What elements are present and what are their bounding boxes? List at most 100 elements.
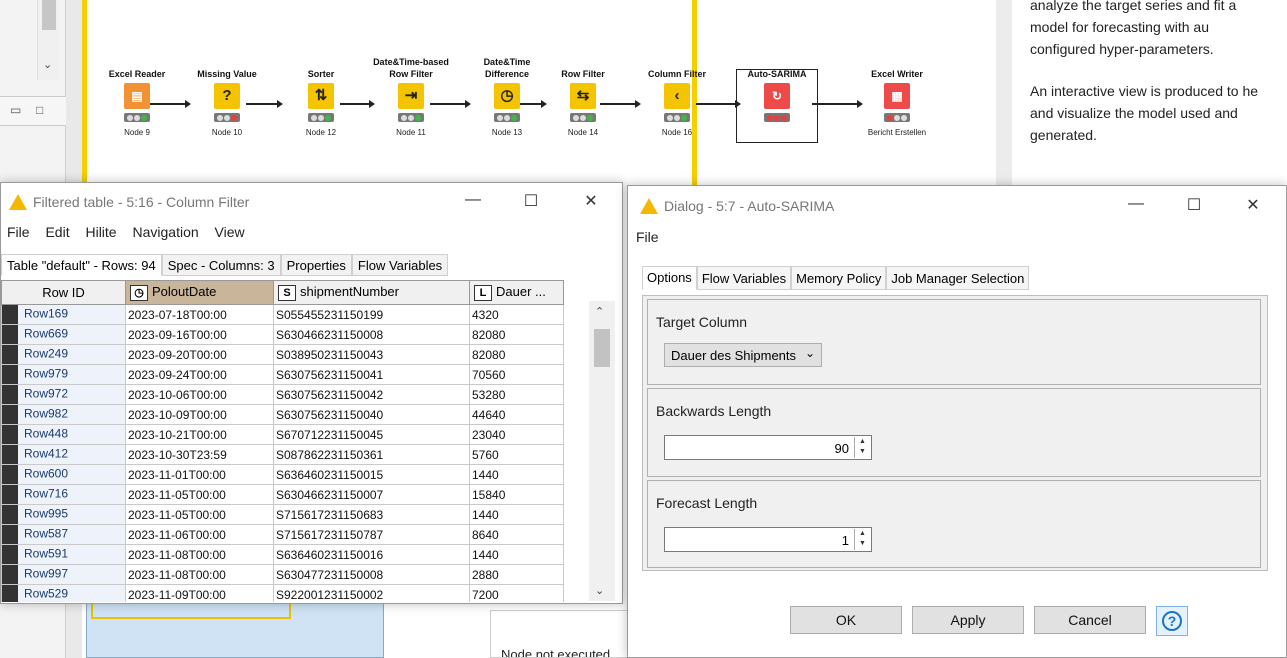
row-id-cell[interactable]: Row997 [1,564,126,585]
table-row[interactable]: Row982 2023-10-09T00:00 S630756231150040 44… [1,404,564,425]
close-button[interactable]: ✕ [581,191,601,211]
polout-date-cell[interactable]: 2023-07-18T00:00 [125,304,274,325]
workflow-node[interactable]: Missing Value? Node 10 [182,56,272,137]
row-id-cell[interactable]: Row169 [1,304,126,325]
dauer-cell[interactable]: 53280 [469,384,564,405]
window-titlebar[interactable]: Filtered table - 5:16 - Column Filter — … [1,183,622,221]
column-header-rowid[interactable]: Row ID [1,280,126,305]
row-id-cell[interactable]: Row587 [1,524,126,545]
polout-date-cell[interactable]: 2023-10-09T00:00 [125,404,274,425]
shipment-number-cell[interactable]: S636460231150015 [273,464,470,485]
row-id-cell[interactable]: Row448 [1,424,126,445]
menu-view[interactable]: View [215,224,245,240]
polout-date-cell[interactable]: 2023-11-08T00:00 [125,544,274,565]
outline-panel[interactable] [86,600,384,658]
row-id-cell[interactable]: Row600 [1,464,126,485]
dauer-cell[interactable]: 82080 [469,344,564,365]
node-label[interactable]: Bericht Erstellen [852,128,942,137]
tab-flow-variables[interactable]: Flow Variables [696,266,792,290]
workflow-node[interactable]: Excel Reader ▤ Node 9 [92,56,182,137]
maximize-icon[interactable]: □ [36,103,43,117]
table-row[interactable]: Row716 2023-11-05T00:00 S630466231150007 15… [1,484,564,505]
minimize-button[interactable]: — [463,191,483,209]
row-id-cell[interactable]: Row982 [1,404,126,425]
shipment-number-cell[interactable]: S715617231150683 [273,504,470,525]
dauer-cell[interactable]: 1440 [469,504,564,525]
column-header-poloutdate[interactable]: ◷ PoloutDate [125,280,274,305]
polout-date-cell[interactable]: 2023-11-05T00:00 [125,484,274,505]
dauer-cell[interactable]: 5760 [469,444,564,465]
row-id-cell[interactable]: Row995 [1,504,126,525]
table-scrollbar[interactable]: ⌃ ⌄ [589,301,615,601]
dauer-cell[interactable]: 44640 [469,404,564,425]
spinner-icon[interactable]: ▲ ▼ [854,529,870,550]
dauer-cell[interactable]: 7200 [469,584,564,602]
table-row[interactable]: Row600 2023-11-01T00:00 S636460231150015 14… [1,464,564,485]
workflow-node[interactable]: Sorter ⇅ Node 12 [276,56,366,137]
row-id-cell[interactable]: Row972 [1,384,126,405]
polout-date-cell[interactable]: 2023-09-16T00:00 [125,324,274,345]
table-row[interactable]: Row669 2023-09-16T00:00 S630466231150008 82… [1,324,564,345]
menu-hilite[interactable]: Hilite [85,224,116,240]
workflow-node[interactable]: Date&Time-based Row Filter ⇥ Node 11 [366,56,456,137]
menu-edit[interactable]: Edit [45,224,69,240]
table-row[interactable]: Row448 2023-10-21T00:00 S670712231150045 23… [1,424,564,445]
polout-date-cell[interactable]: 2023-10-30T23:59 [125,444,274,465]
shipment-number-cell[interactable]: S670712231150045 [273,424,470,445]
excel-write-icon[interactable]: ▦ [884,83,910,109]
table-row[interactable]: Row591 2023-11-08T00:00 S636460231150016 14… [1,544,564,565]
workflow-node[interactable]: Column Filter ‹ Node 16 [632,56,722,137]
polout-date-cell[interactable]: 2023-11-08T00:00 [125,564,274,585]
target-column-select[interactable]: Dauer des Shipments ⌄ [664,343,822,367]
shipment-number-cell[interactable]: S630756231150040 [273,404,470,425]
tab-job-manager-selection[interactable]: Job Manager Selection [886,266,1030,290]
table-row[interactable]: Row997 2023-11-08T00:00 S630477231150008 28… [1,564,564,585]
table-row[interactable]: Row249 2023-09-20T00:00 S038950231150043 82… [1,344,564,365]
shipment-number-cell[interactable]: S630477231150008 [273,564,470,585]
forecast-length-input[interactable]: 1 ▲ ▼ [664,527,872,552]
shipment-number-cell[interactable]: S636460231150016 [273,544,470,565]
dauer-cell[interactable]: 2880 [469,564,564,585]
question-icon[interactable]: ? [214,83,240,109]
row-id-cell[interactable]: Row412 [1,444,126,465]
dauer-cell[interactable]: 1440 [469,544,564,565]
minimize-button[interactable]: — [1126,195,1146,213]
polout-date-cell[interactable]: 2023-09-24T00:00 [125,364,274,385]
excel-read-icon[interactable]: ▤ [124,83,150,109]
menu-file[interactable]: File [7,224,30,240]
table-row[interactable]: Row412 2023-10-30T23:59 S087862231150361 57… [1,444,564,465]
node-label[interactable]: Node 16 [632,128,722,137]
maximize-button[interactable]: ☐ [1184,195,1204,215]
shipment-number-cell[interactable]: S630466231150008 [273,324,470,345]
shipment-number-cell[interactable]: S922001231150002 [273,584,470,602]
table-row[interactable]: Row169 2023-07-18T00:00 S055455231150199 43… [1,304,564,325]
chevron-up-icon[interactable]: ⌃ [595,305,604,318]
apply-button[interactable]: Apply [912,606,1024,634]
menu-file[interactable]: File [636,229,659,245]
menu-navigation[interactable]: Navigation [132,224,198,240]
shipment-number-cell[interactable]: S630756231150041 [273,364,470,385]
dauer-cell[interactable]: 70560 [469,364,564,385]
node-label[interactable]: Node 11 [366,128,456,137]
table-row[interactable]: Row587 2023-11-06T00:00 S715617231150787 86… [1,524,564,545]
tab-memory-policy[interactable]: Memory Policy [791,266,887,290]
polout-date-cell[interactable]: 2023-11-09T00:00 [125,584,274,602]
clock-icon[interactable]: ◷ [494,83,520,109]
polout-date-cell[interactable]: 2023-11-05T00:00 [125,504,274,525]
dauer-cell[interactable]: 4320 [469,304,564,325]
node-label[interactable]: Node 12 [276,128,366,137]
node-label[interactable]: Node 14 [538,128,628,137]
polout-date-cell[interactable]: 2023-10-06T00:00 [125,384,274,405]
shipment-number-cell[interactable]: S038950231150043 [273,344,470,365]
dauer-cell[interactable]: 1440 [469,464,564,485]
shipment-number-cell[interactable]: S055455231150199 [273,304,470,325]
tab-options[interactable]: Options [642,266,697,290]
shipment-number-cell[interactable]: S630466231150007 [273,484,470,505]
datetime-filter-icon[interactable]: ⇥ [398,83,424,109]
node-label[interactable]: Node 9 [92,128,182,137]
row-id-cell[interactable]: Row716 [1,484,126,505]
table-row[interactable]: Row979 2023-09-24T00:00 S630756231150041 70… [1,364,564,385]
table-row[interactable]: Row995 2023-11-05T00:00 S715617231150683 14… [1,504,564,525]
row-id-cell[interactable]: Row249 [1,344,126,365]
polout-date-cell[interactable]: 2023-10-21T00:00 [125,424,274,445]
